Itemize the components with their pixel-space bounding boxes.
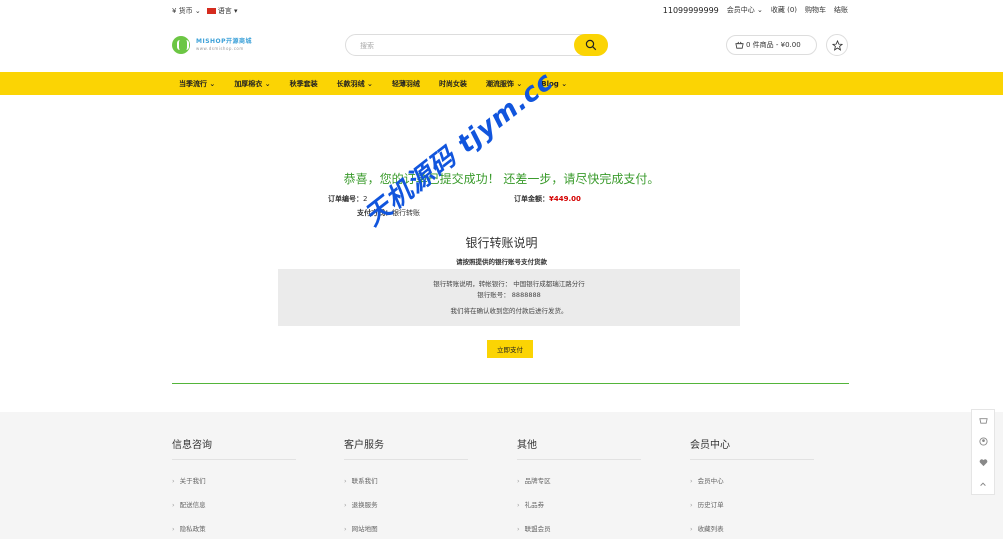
footer-link[interactable]: › 退换服务 xyxy=(344,499,468,509)
member-center-link[interactable]: 会员中心 ⌄ xyxy=(727,5,763,15)
nav-item-womens[interactable]: 时尚女装 xyxy=(439,79,467,89)
bank-transfer-details: 银行转账说明，转帐银行： 中国银行成都瑞江路分行 银行账号： 8888888 我… xyxy=(278,269,740,326)
search-button[interactable] xyxy=(574,34,608,56)
order-success-message: 恭喜，您的订单已提交成功！ 还差一步，请尽快完成支付。 xyxy=(343,172,660,186)
language-selector[interactable]: 语言 ▾ xyxy=(206,6,238,16)
footer-link[interactable]: › 品牌专区 xyxy=(517,475,641,485)
star-icon xyxy=(831,39,843,51)
bank-transfer-subtitle: 请按照提供的银行账号支付货款 xyxy=(456,258,547,266)
heart-icon xyxy=(979,459,987,467)
mini-cart-button[interactable]: 0 件商品 - ¥0.00 xyxy=(726,35,817,55)
wishlist-button[interactable] xyxy=(826,34,848,56)
search-placeholder: 搜索 xyxy=(360,42,374,50)
side-account-button[interactable] xyxy=(972,431,994,452)
cart-link[interactable]: 购物车 xyxy=(805,5,826,15)
user-icon xyxy=(978,437,988,446)
phone-number: 11099999999 xyxy=(662,5,719,15)
footer-link[interactable]: › 关于我们 xyxy=(172,475,296,485)
nav-item-autumn-sets[interactable]: 秋季套装 xyxy=(290,79,318,89)
cart-icon xyxy=(978,418,988,424)
content-divider xyxy=(172,383,849,384)
search-icon xyxy=(585,39,597,51)
bank-account-line: 银行账号： 8888888 xyxy=(477,291,541,299)
footer-link[interactable]: › 收藏列表 xyxy=(690,523,814,533)
currency-selector[interactable]: ¥ 货币 ⌄ xyxy=(172,6,201,16)
footer-column-other: 其他 › 品牌专区 › 礼品券 › 联盟会员 xyxy=(517,436,641,533)
checkout-link[interactable]: 结账 xyxy=(834,5,848,15)
footer-link[interactable]: › 网站地图 xyxy=(344,523,468,533)
bank-name-line: 银行转账说明，转帐银行： 中国银行成都瑞江路分行 xyxy=(433,280,585,288)
basket-icon xyxy=(735,41,744,49)
footer-link[interactable]: › 隐私政策 xyxy=(172,523,296,533)
nav-item-cotton-coats[interactable]: 加厚棉衣 ⌄ xyxy=(234,79,270,89)
footer: 信息咨询 › 关于我们 › 配送信息 › 隐私政策 客户服务 › 联系我们 › 退换服务 … xyxy=(0,412,1003,539)
side-wishlist-button[interactable] xyxy=(972,452,994,473)
nav-item-light-down[interactable]: 轻薄羽绒 xyxy=(392,79,420,89)
footer-column-service: 客户服务 › 联系我们 › 退换服务 › 网站地图 xyxy=(344,436,468,533)
order-amount: 订单金额：¥449.00 xyxy=(514,195,581,203)
footer-link[interactable]: › 礼品券 xyxy=(517,499,641,509)
china-flag-icon xyxy=(206,8,216,14)
cart-summary: 0 件商品 - ¥0.00 xyxy=(746,41,801,49)
side-cart-button[interactable] xyxy=(972,410,994,431)
search-input[interactable]: 搜索 xyxy=(345,34,608,56)
pay-now-button[interactable]: 立即支付 xyxy=(487,340,533,358)
site-logo[interactable]: MISHOP开源商城 www.dsmishop.com xyxy=(172,36,252,54)
header: MISHOP开源商城 www.dsmishop.com 搜索 0 件商品 - ¥… xyxy=(0,24,1003,68)
footer-link[interactable]: › 联系我们 xyxy=(344,475,468,485)
bank-transfer-title: 银行转账说明 xyxy=(465,236,538,250)
favorites-link[interactable]: 收藏 (0) xyxy=(771,5,797,15)
footer-column-info: 信息咨询 › 关于我们 › 配送信息 › 隐私政策 xyxy=(172,436,296,533)
logo-icon xyxy=(172,36,190,54)
nav-item-long-down[interactable]: 长款羽绒 ⌄ xyxy=(337,79,373,89)
footer-link[interactable]: › 联盟会员 xyxy=(517,523,641,533)
footer-link[interactable]: › 会员中心 xyxy=(690,475,814,485)
top-bar: ¥ 货币 ⌄ 语言 ▾ 11099999999 会员中心 ⌄ 收藏 (0) 购物… xyxy=(0,0,1003,20)
nav-item-seasonal[interactable]: 当季流行 ⌄ xyxy=(179,79,215,89)
footer-link[interactable]: › 历史订单 xyxy=(690,499,814,509)
floating-toolbar xyxy=(971,409,995,495)
footer-link[interactable]: › 配送信息 xyxy=(172,499,296,509)
shipping-note: 我们将在确认收到您的付款后进行发货。 xyxy=(450,307,568,315)
back-to-top-button[interactable] xyxy=(972,473,994,494)
chevron-up-icon xyxy=(980,482,986,486)
footer-column-member: 会员中心 › 会员中心 › 历史订单 › 收藏列表 xyxy=(690,436,814,533)
